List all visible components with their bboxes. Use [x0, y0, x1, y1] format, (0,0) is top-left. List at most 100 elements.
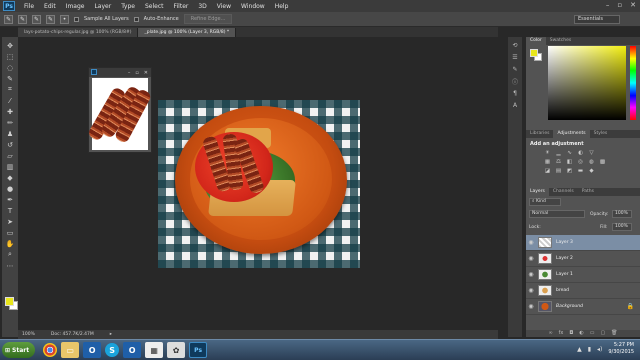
add-mask-icon[interactable]: ◘ [569, 330, 573, 337]
move-tool-icon[interactable]: ✥ [5, 41, 15, 50]
visibility-eye-icon[interactable]: ◉ [526, 239, 536, 246]
hue-saturation-icon[interactable]: ▦ [544, 159, 551, 165]
eraser-tool-icon[interactable]: ▱ [5, 151, 15, 160]
crop-tool-icon[interactable]: ⌗ [5, 85, 15, 94]
tab-layers[interactable]: Layers [526, 188, 549, 196]
character-icon[interactable]: A [511, 101, 520, 110]
properties-icon[interactable]: ☰ [511, 53, 520, 62]
path-selection-tool-icon[interactable]: ➤ [5, 217, 15, 226]
visibility-eye-icon[interactable]: ◉ [526, 303, 536, 310]
foreground-color-swatch[interactable] [5, 297, 14, 306]
maximize-button[interactable]: ▫ [617, 1, 622, 9]
tab-libraries[interactable]: Libraries [526, 130, 553, 138]
gradient-tool-icon[interactable]: ▥ [5, 162, 15, 171]
rectangle-tool-icon[interactable]: ▭ [5, 228, 15, 237]
network-icon[interactable]: ▮ [588, 346, 591, 353]
color-picker-field[interactable] [548, 46, 626, 120]
menu-3d[interactable]: 3D [193, 3, 211, 10]
tab-styles[interactable]: Styles [590, 130, 612, 138]
file-explorer-icon[interactable]: ▭ [61, 342, 80, 358]
threshold-icon[interactable]: ◩ [566, 168, 573, 174]
zoom-tool-icon[interactable]: ⌕ [5, 250, 15, 259]
visibility-eye-icon[interactable]: ◉ [526, 255, 536, 262]
color-panel-foreground-swatch[interactable] [530, 49, 538, 57]
new-adjustment-icon[interactable]: ◐ [579, 330, 583, 337]
new-group-icon[interactable]: ▭ [590, 330, 595, 337]
subtract-from-selection-icon[interactable]: ✎ [46, 14, 55, 24]
black-white-icon[interactable]: ◧ [566, 159, 573, 165]
layer-style-icon[interactable]: fx [559, 330, 564, 337]
photo-filter-icon[interactable]: ◎ [577, 159, 584, 165]
layer-row-layer-3[interactable]: ◉ Layer 3 [526, 235, 640, 251]
menu-type[interactable]: Type [116, 3, 140, 10]
layer-filter-kind[interactable]: ⌕ Kind [529, 198, 561, 206]
color-lookup-icon[interactable]: ▩ [599, 159, 606, 165]
floating-document-window[interactable]: – ▫ ✕ [86, 67, 153, 153]
refine-edge-button[interactable]: Refine Edge... [183, 14, 233, 24]
type-tool-icon[interactable]: T [5, 206, 15, 215]
gradient-map-icon[interactable]: ▬ [577, 168, 584, 174]
start-button[interactable]: ⊞ Start [2, 342, 36, 358]
clock[interactable]: 5:27 PM 9/30/2015 [608, 342, 634, 356]
spreadsheet-icon[interactable]: ▦ [145, 342, 164, 358]
tab-adjustments[interactable]: Adjustments [553, 130, 590, 138]
clone-stamp-tool-icon[interactable]: ♟ [5, 129, 15, 138]
vibrance-icon[interactable]: ▽ [588, 150, 595, 156]
paint-icon[interactable]: ✿ [167, 342, 186, 358]
paragraph-icon[interactable]: ¶ [511, 89, 520, 98]
brush-tool-icon[interactable]: ✏ [5, 118, 15, 127]
close-icon[interactable]: ✕ [144, 70, 148, 76]
link-layers-icon[interactable]: ∞ [548, 330, 552, 337]
opacity-input[interactable]: 100% [612, 210, 632, 218]
blend-mode-select[interactable]: Normal [529, 210, 585, 218]
sample-all-layers-checkbox[interactable] [74, 16, 79, 22]
minimize-button[interactable]: – [606, 1, 610, 9]
menu-filter[interactable]: Filter [169, 3, 194, 10]
more-tools-icon[interactable]: ⋯ [5, 261, 15, 270]
hue-slider[interactable] [630, 46, 636, 120]
selective-color-icon[interactable]: ◆ [588, 168, 595, 174]
tab-plate[interactable]: _plate.jpg @ 100% (Layer 3, RGB/8) * [138, 28, 237, 37]
menu-view[interactable]: View [212, 3, 236, 10]
tab-paths[interactable]: Paths [578, 188, 598, 196]
floating-window-titlebar[interactable]: – ▫ ✕ [89, 68, 151, 77]
posterize-icon[interactable]: ▤ [555, 168, 562, 174]
auto-enhance-checkbox[interactable] [133, 16, 139, 22]
layer-row-bread[interactable]: ◉ bread [526, 283, 640, 299]
zoom-level[interactable]: 100% [22, 332, 35, 337]
eyedropper-tool-icon[interactable]: ⁄ [5, 96, 15, 105]
menu-help[interactable]: Help [270, 3, 294, 10]
outlook-icon[interactable]: O [83, 342, 102, 358]
history-icon[interactable]: ⟲ [511, 41, 520, 50]
brush-size-icon[interactable]: • [60, 14, 69, 24]
dodge-tool-icon[interactable]: ● [5, 184, 15, 193]
channel-mixer-icon[interactable]: ◍ [588, 159, 595, 165]
tab-channels[interactable]: Channels [549, 188, 578, 196]
menu-window[interactable]: Window [236, 3, 270, 10]
layer-row-background[interactable]: ◉ Background 🔒 [526, 299, 640, 315]
curves-icon[interactable]: ∿ [566, 150, 573, 156]
hand-tool-icon[interactable]: ✋ [5, 239, 15, 248]
menu-file[interactable]: File [19, 3, 39, 10]
new-layer-icon[interactable]: ▢ [600, 330, 605, 337]
invert-icon[interactable]: ◪ [544, 168, 551, 174]
menu-select[interactable]: Select [140, 3, 169, 10]
tab-color[interactable]: Color [526, 37, 546, 45]
new-selection-icon[interactable]: ✎ [18, 14, 27, 24]
quick-selection-tool-icon[interactable]: ✎ [4, 14, 13, 24]
restore-icon[interactable]: ▫ [135, 70, 138, 76]
marquee-tool-icon[interactable]: ⬚ [5, 52, 15, 61]
brightness-contrast-icon[interactable]: ☀ [544, 150, 551, 156]
exposure-icon[interactable]: ◐ [577, 150, 584, 156]
fill-input[interactable]: 100% [612, 223, 632, 231]
photoshop-taskbar-icon[interactable]: Ps [189, 342, 208, 358]
chrome-icon[interactable] [43, 343, 58, 357]
tray-arrow-icon[interactable]: ▲ [577, 346, 582, 353]
pen-tool-icon[interactable]: ✒ [5, 195, 15, 204]
healing-brush-tool-icon[interactable]: ✚ [5, 107, 15, 116]
lasso-tool-icon[interactable]: ◌ [5, 63, 15, 72]
workspace-select[interactable]: Essentials [574, 15, 620, 24]
tab-swatches[interactable]: Swatches [546, 37, 576, 45]
menu-edit[interactable]: Edit [39, 3, 61, 10]
menu-layer[interactable]: Layer [89, 3, 116, 10]
